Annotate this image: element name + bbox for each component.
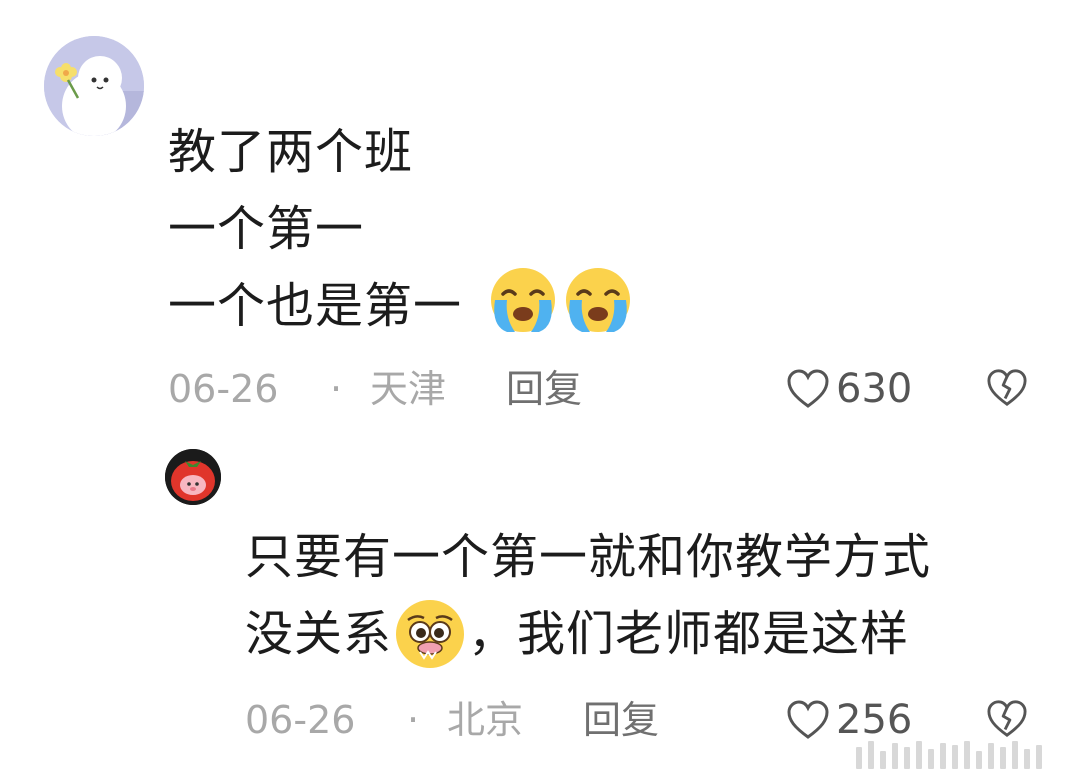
reply-button[interactable]: 回复 [583,701,659,739]
like-count: 630 [836,366,913,412]
comment-text-line: 一个也是第一 [168,282,462,330]
like-button[interactable]: 256 [786,697,912,743]
dislike-icon[interactable] [986,368,1028,408]
crying-emoji-icon [491,268,555,332]
meta-separator: · [330,367,343,411]
comment-text-line: 教了两个班 [168,124,414,180]
comment-text-line: 只要有一个第一就和你教学方式 [245,529,932,585]
dislike-icon[interactable] [986,699,1028,739]
comment-location: 天津 [370,367,447,411]
avatar[interactable] [44,36,144,136]
comment-text-line: 没关系 ，我们老师都是这样 [245,600,910,668]
heart-icon [787,700,829,739]
comment-text-segment: 一个也是第一 [168,278,463,334]
comment-text-line: 一个第一 [168,201,365,257]
like-button[interactable]: 630 [786,366,912,412]
avatar-image [44,36,144,136]
meta-separator: · [407,698,420,742]
comment-date: 06-26 [168,367,279,411]
comment-text-segment: 没关系 [245,606,393,662]
avatar[interactable] [165,449,221,505]
crying-emoji-icon [566,268,630,332]
avatar-image [165,449,221,505]
pleading-emoji-icon [396,600,465,668]
watermark-stripes [856,739,1066,769]
like-count: 256 [836,697,913,743]
heart-icon [787,369,829,408]
reply-button[interactable]: 回复 [506,370,582,408]
comment-location: 北京 [447,698,524,742]
comment-date: 06-26 [245,698,356,742]
comment-text-segment: ，我们老师都是这样 [468,606,910,662]
